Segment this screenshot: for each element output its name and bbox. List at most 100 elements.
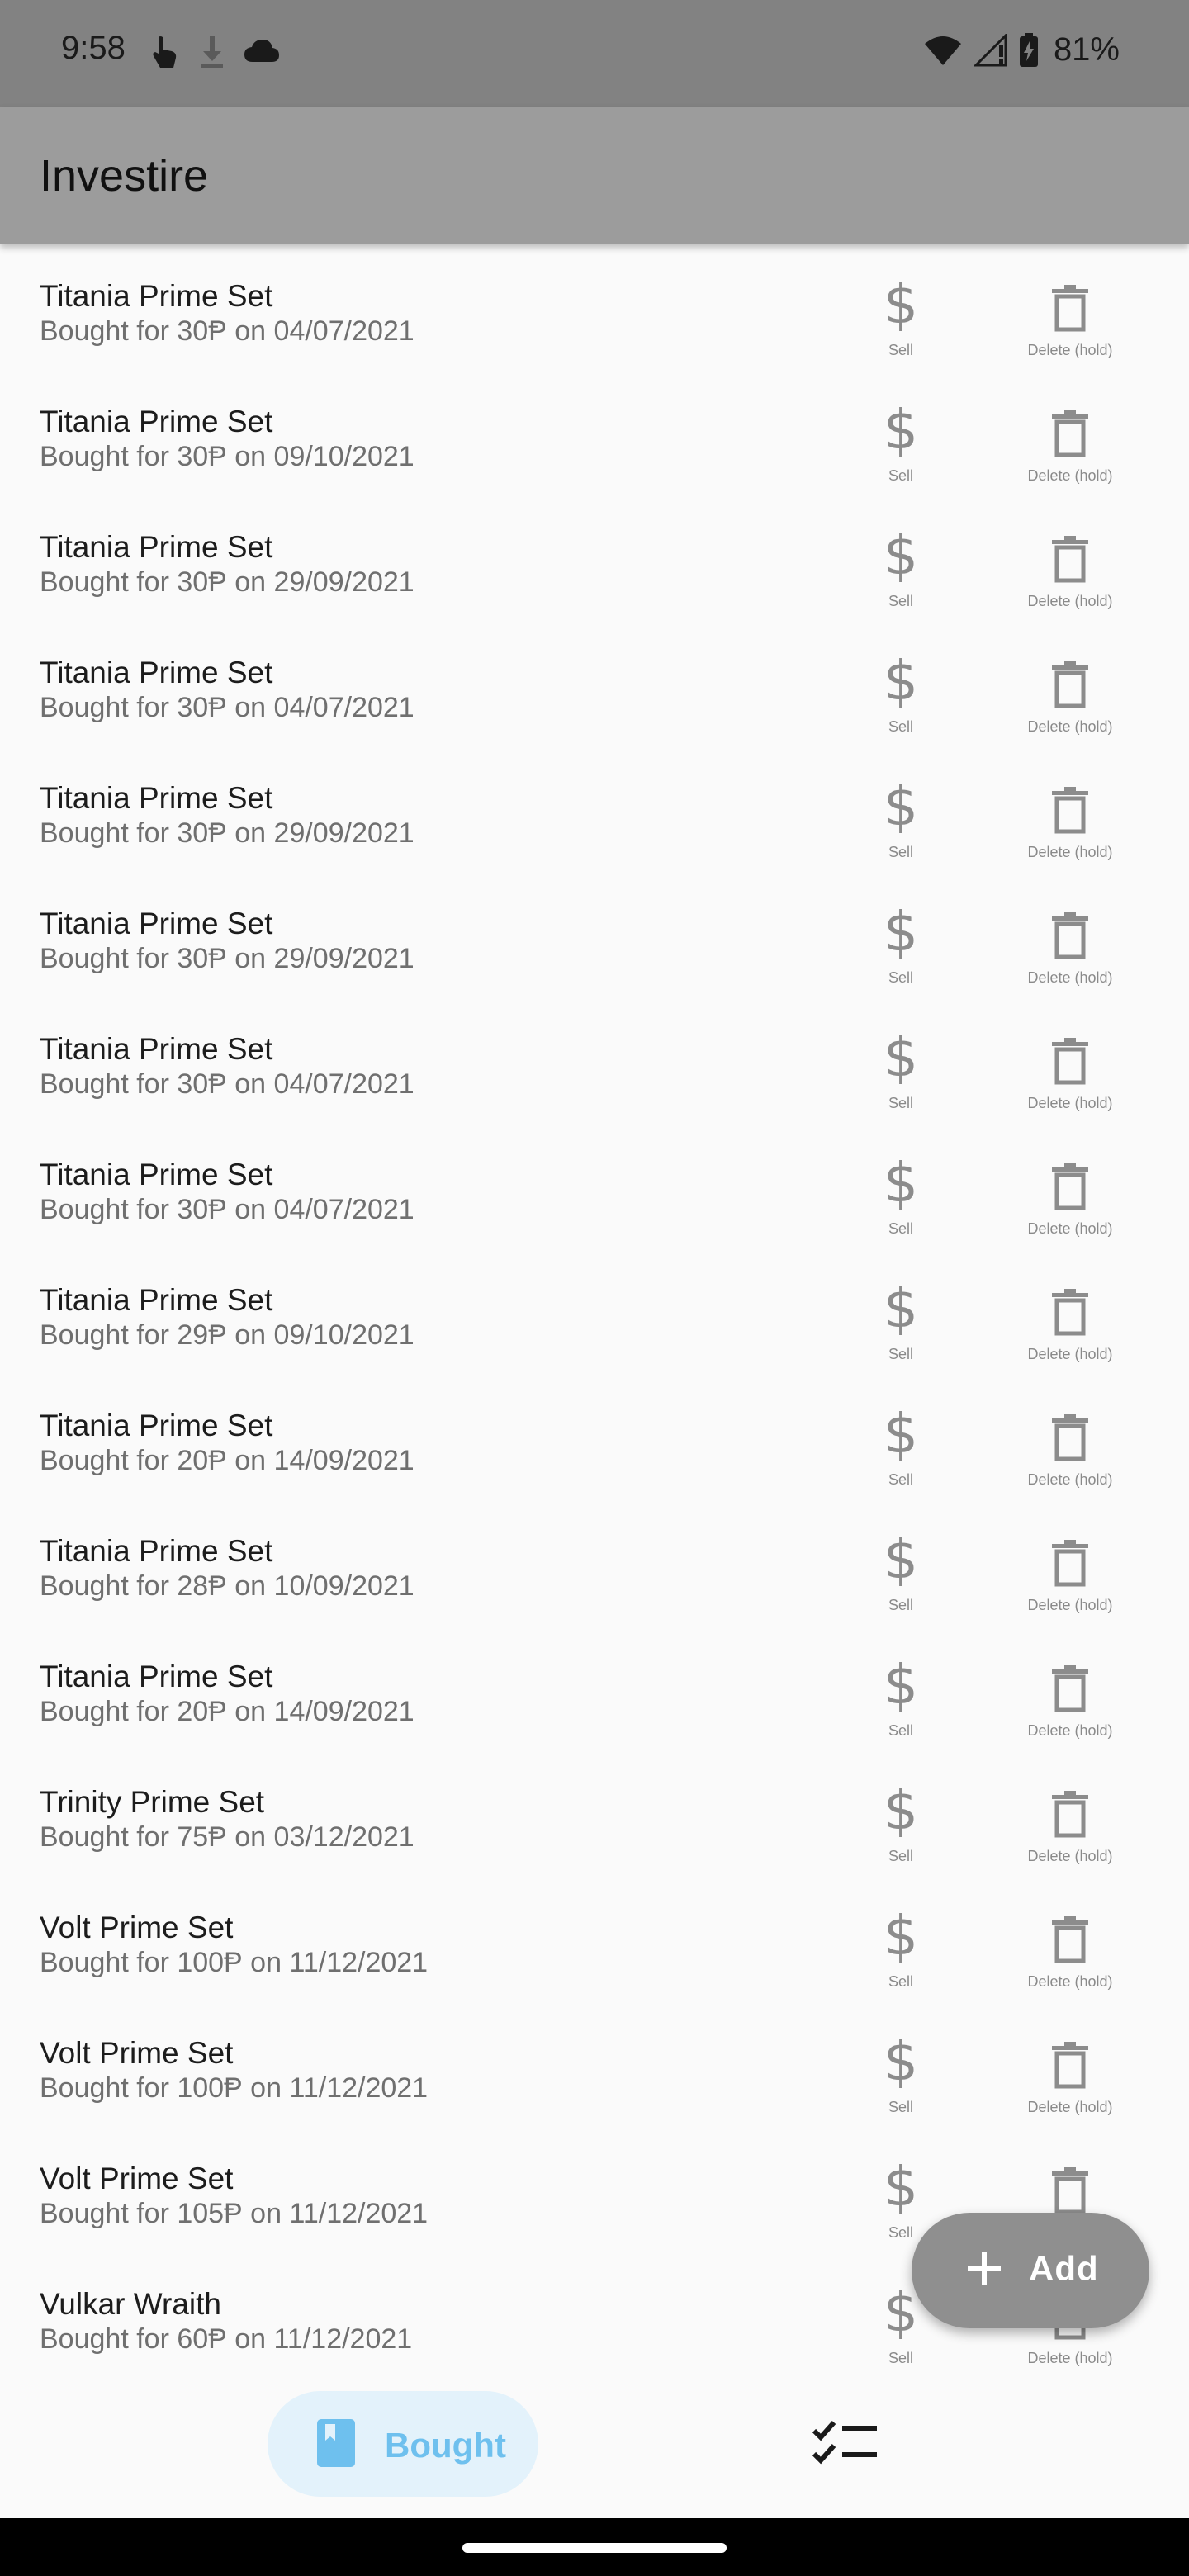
item-name: Titania Prime Set [40,656,273,689]
list-item[interactable]: Titania Prime Set Bought for 30Ᵽ on 04/07… [0,261,1189,386]
item-purchase-detail: Bought for 30Ᵽ on 04/07/2021 [40,1194,414,1225]
item-purchase-detail: Bought for 30Ᵽ on 29/09/2021 [40,943,414,974]
battery-percent: 81% [1053,31,1120,68]
delete-button[interactable]: Delete (hold) [1004,1915,1136,2001]
list-item[interactable]: Titania Prime Set Bought for 29Ᵽ on 09/10… [0,1265,1189,1390]
sell-button[interactable]: $ Sell [867,277,935,368]
sell-button[interactable]: $ Sell [867,1030,935,1121]
list-item[interactable]: Titania Prime Set Bought for 30Ᵽ on 04/07… [0,1014,1189,1139]
sell-button[interactable]: $ Sell [867,1909,935,2000]
sell-label: Sell [888,1848,913,1864]
sell-button[interactable]: $ Sell [867,403,935,494]
sell-button[interactable]: $ Sell [867,1281,935,1372]
list-item[interactable]: Titania Prime Set Bought for 30Ᵽ on 09/10… [0,386,1189,512]
delete-label: Delete (hold) [1027,2350,1113,2366]
touch-icon [153,36,177,68]
sell-button[interactable]: $ Sell [867,1407,935,1498]
sell-button[interactable]: $ Sell [867,1783,935,1874]
item-name: Vulkar Wraith [40,2287,222,2321]
dollar-icon: $ [883,1653,918,1717]
checklist-icon [812,2421,877,2465]
delete-button[interactable]: Delete (hold) [1004,1037,1136,1123]
delete-button[interactable]: Delete (hold) [1004,2041,1136,2127]
system-nav-bar [0,2518,1189,2576]
dollar-icon: $ [883,398,918,462]
delete-label: Delete (hold) [1027,1095,1113,1111]
list-item[interactable]: Titania Prime Set Bought for 30Ᵽ on 04/07… [0,637,1189,763]
item-purchase-detail: Bought for 100Ᵽ on 11/12/2021 [40,1947,429,1978]
list-item[interactable]: Titania Prime Set Bought for 20Ᵽ on 14/09… [0,1390,1189,1516]
nav-tab-bought[interactable]: Bought [268,2391,538,2497]
trash-icon [1052,1540,1088,1587]
item-list[interactable]: $ Sell Delete (hold) Titania Prime SetBo… [0,244,1189,2370]
home-handle[interactable] [462,2543,727,2553]
delete-button[interactable]: Delete (hold) [1004,786,1136,872]
item-purchase-detail: Bought for 30Ᵽ on 29/09/2021 [40,817,414,849]
delete-label: Delete (hold) [1027,1471,1113,1488]
delete-button[interactable]: Delete (hold) [1004,1664,1136,1750]
delete-button[interactable]: Delete (hold) [1004,1163,1136,1248]
sell-button[interactable]: $ Sell [867,779,935,870]
list-item-partial[interactable]: $ Sell Delete (hold) [0,244,1189,261]
dollar-icon: $ [883,2029,918,2093]
delete-label: Delete (hold) [1027,1597,1113,1613]
delete-label: Delete (hold) [1027,718,1113,735]
dollar-icon: $ [883,2155,918,2218]
dollar-icon: $ [883,1276,918,1340]
sell-label: Sell [888,969,913,986]
delete-button[interactable]: Delete (hold) [1004,284,1136,370]
list-item[interactable]: Titania Prime Set Bought for 20Ᵽ on 14/09… [0,1641,1189,1767]
wifi-icon [924,36,961,65]
list-item[interactable]: Titania Prime Set Bought for 30Ᵽ on 29/09… [0,888,1189,1014]
sell-button[interactable]: $ Sell [867,528,935,619]
delete-button[interactable]: Delete (hold) [1004,1539,1136,1625]
list-item[interactable]: Trinity Prime Set Bought for 75Ᵽ on 03/12… [0,1767,1189,1892]
list-item[interactable]: Titania Prime Set Bought for 28Ᵽ on 10/09… [0,1516,1189,1641]
download-icon [201,36,223,68]
sell-label: Sell [888,467,913,484]
add-button[interactable]: Add [912,2213,1149,2328]
item-purchase-detail: Bought for 105Ᵽ on 11/12/2021 [40,2198,429,2229]
trash-icon [1052,1163,1088,1210]
delete-button[interactable]: Delete (hold) [1004,1413,1136,1499]
sell-button[interactable]: $ Sell [867,1532,935,1623]
delete-button[interactable]: Delete (hold) [1004,912,1136,997]
sell-label: Sell [888,2099,913,2115]
bookmark-icon [317,2419,355,2467]
delete-button[interactable]: Delete (hold) [1004,661,1136,746]
delete-button[interactable]: Delete (hold) [1004,1790,1136,1876]
sell-label: Sell [888,593,913,609]
list-item[interactable]: Volt Prime Set Bought for 100Ᵽ on 11/12/2… [0,2018,1189,2143]
status-icons-right: 81% [923,31,1120,69]
item-purchase-detail: Bought for 100Ᵽ on 11/12/2021 [40,2072,429,2104]
item-name: Titania Prime Set [40,1158,273,1191]
list-item[interactable]: Titania Prime Set Bought for 30Ᵽ on 04/07… [0,1139,1189,1265]
list-item[interactable]: Titania Prime Set Bought for 30Ᵽ on 29/09… [0,512,1189,637]
sell-label: Sell [888,844,913,860]
trash-icon [1052,912,1088,959]
item-name: Trinity Prime Set [40,1785,265,1819]
sell-button[interactable]: $ Sell [867,905,935,996]
sell-button[interactable]: $ Sell [867,1156,935,1247]
delete-button[interactable]: Delete (hold) [1004,1288,1136,1374]
dollar-icon: $ [883,1527,918,1591]
sell-button[interactable]: $ Sell [867,1658,935,1749]
dollar-icon: $ [883,1151,918,1215]
item-name: Titania Prime Set [40,1409,273,1442]
status-icons-left [149,33,281,69]
item-purchase-detail: Bought for 60Ᵽ on 11/12/2021 [40,2323,413,2355]
delete-button[interactable]: Delete (hold) [1004,410,1136,495]
sell-button[interactable]: $ Sell [867,654,935,745]
nav-tab-checklist[interactable] [809,2414,883,2472]
delete-button[interactable]: Delete (hold) [1004,535,1136,621]
status-time: 9:58 [61,30,126,66]
sell-label: Sell [888,1471,913,1488]
list-item[interactable]: Volt Prime Set Bought for 100Ᵽ on 11/12/2… [0,1892,1189,2018]
sell-label: Sell [888,1973,913,1990]
dollar-icon: $ [883,900,918,964]
item-purchase-detail: Bought for 30Ᵽ on 09/10/2021 [40,441,414,472]
item-purchase-detail: Bought for 75Ᵽ on 03/12/2021 [40,1821,414,1853]
dollar-icon: $ [883,523,918,587]
list-item[interactable]: Titania Prime Set Bought for 30Ᵽ on 29/09… [0,763,1189,888]
sell-button[interactable]: $ Sell [867,2034,935,2125]
